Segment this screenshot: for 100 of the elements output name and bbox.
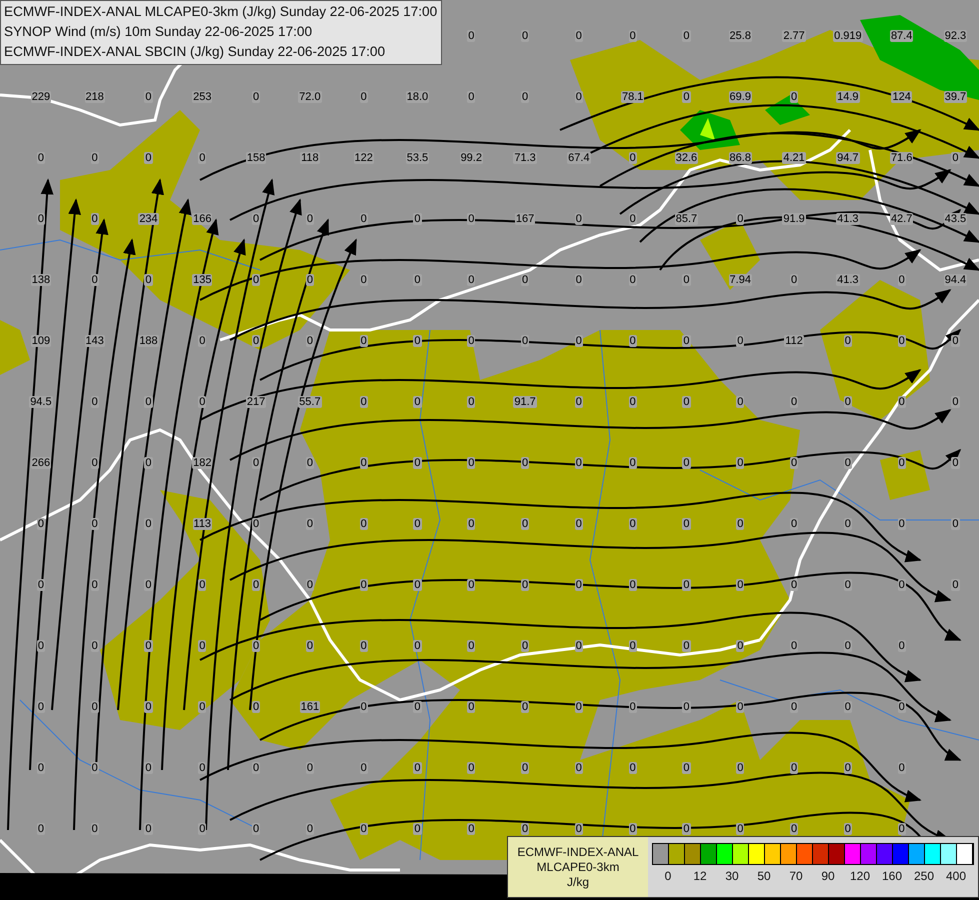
cape-value: 0 bbox=[413, 822, 422, 834]
cape-value: 0 bbox=[413, 518, 422, 530]
cape-value: 0 bbox=[736, 762, 744, 774]
cape-value: 0 bbox=[467, 274, 476, 286]
cape-value: 0 bbox=[413, 212, 422, 224]
cape-value: 0 bbox=[736, 822, 744, 834]
cape-value: 0 bbox=[736, 700, 744, 712]
cape-value: 0 bbox=[467, 700, 476, 712]
cape-value: 67.4 bbox=[567, 152, 591, 164]
cape-value: 0 bbox=[951, 334, 960, 346]
cape-value: 0 bbox=[467, 396, 476, 408]
cape-value: 118 bbox=[300, 152, 320, 164]
cape-value: 0.919 bbox=[833, 30, 863, 42]
cape-value: 0 bbox=[682, 274, 691, 286]
cape-value: 0 bbox=[736, 578, 744, 590]
cape-value: 91.9 bbox=[782, 212, 806, 224]
cape-value: 0 bbox=[736, 212, 744, 224]
cape-value: 0 bbox=[682, 456, 691, 468]
cape-value: 0 bbox=[252, 700, 260, 712]
cape-value: 0 bbox=[521, 700, 530, 712]
cape-value: 0 bbox=[144, 700, 153, 712]
cape-value: 94.5 bbox=[29, 396, 53, 408]
scale-label: 50 bbox=[756, 868, 772, 883]
cape-value: 0 bbox=[198, 822, 206, 834]
cape-value: 72.0 bbox=[298, 90, 322, 102]
cape-value: 2.77 bbox=[782, 30, 806, 42]
cape-value: 0 bbox=[252, 90, 260, 102]
title-line: ECMWF-INDEX-ANAL MLCAPE0-3km (J/kg) Sunday 22-06-2025 17:00 bbox=[4, 3, 438, 21]
cape-value: 0 bbox=[198, 152, 206, 164]
cape-value: 0 bbox=[413, 334, 422, 346]
cape-value: 0 bbox=[682, 578, 691, 590]
cape-value: 0 bbox=[252, 822, 260, 834]
cape-value: 0 bbox=[521, 822, 530, 834]
cape-value: 253 bbox=[192, 90, 212, 102]
cape-value: 0 bbox=[682, 700, 691, 712]
cape-value: 0 bbox=[252, 274, 260, 286]
cape-value: 112 bbox=[784, 334, 804, 346]
cape-value: 0 bbox=[467, 456, 476, 468]
cape-value: 0 bbox=[736, 334, 744, 346]
cape-value: 166 bbox=[192, 212, 212, 224]
cape-value: 41.3 bbox=[836, 212, 860, 224]
cape-value: 4.21 bbox=[782, 152, 806, 164]
cape-value: 0 bbox=[413, 640, 422, 652]
scale-label: 250 bbox=[912, 868, 936, 883]
cape-value: 0 bbox=[682, 90, 691, 102]
cape-value: 0 bbox=[736, 456, 744, 468]
cape-value: 0 bbox=[467, 640, 476, 652]
cape-value: 0 bbox=[144, 578, 153, 590]
cape-value: 0 bbox=[144, 274, 153, 286]
cape-value: 0 bbox=[736, 396, 744, 408]
cape-value: 0 bbox=[521, 762, 530, 774]
cape-value: 0 bbox=[951, 396, 960, 408]
cape-value: 0 bbox=[198, 640, 206, 652]
cape-value: 0 bbox=[252, 578, 260, 590]
cape-value: 0 bbox=[467, 334, 476, 346]
cape-value: 14.9 bbox=[836, 90, 860, 102]
cape-value: 0 bbox=[198, 334, 206, 346]
cape-value: 55.7 bbox=[298, 396, 322, 408]
cape-value: 41.3 bbox=[836, 274, 860, 286]
title-line: SYNOP Wind (m/s) 10m Sunday 22-06-2025 17:00 bbox=[4, 23, 314, 41]
legend-unit: J/kg bbox=[566, 874, 589, 890]
cape-value: 71.3 bbox=[513, 152, 537, 164]
cape-value: 124 bbox=[891, 90, 912, 102]
cape-value: 0 bbox=[252, 212, 260, 224]
legend-title: ECMWF-INDEX-ANAL bbox=[517, 844, 639, 860]
cape-value: 0 bbox=[198, 762, 206, 774]
cape-value: 0 bbox=[951, 152, 960, 164]
cape-value: 0 bbox=[144, 152, 153, 164]
cape-value: 0 bbox=[144, 90, 153, 102]
cape-value: 0 bbox=[252, 518, 260, 530]
cape-value: 0 bbox=[144, 456, 153, 468]
scale-label: 30 bbox=[724, 868, 740, 883]
cape-value: 0 bbox=[144, 822, 153, 834]
cape-value: 135 bbox=[192, 274, 212, 286]
cape-value: 0 bbox=[252, 334, 260, 346]
cape-value: 0 bbox=[467, 578, 476, 590]
scale-label: 12 bbox=[692, 868, 708, 883]
cape-value: 0 bbox=[682, 396, 691, 408]
scale-label: 120 bbox=[848, 868, 872, 883]
cape-value: 0 bbox=[144, 640, 153, 652]
cape-value: 0 bbox=[951, 456, 960, 468]
cape-value: 0 bbox=[682, 640, 691, 652]
cape-value: 0 bbox=[252, 762, 260, 774]
cape-value: 0 bbox=[521, 274, 530, 286]
cape-value: 0 bbox=[521, 518, 530, 530]
cape-value: 0 bbox=[521, 578, 530, 590]
cape-value: 0 bbox=[467, 30, 476, 42]
cape-value: 0 bbox=[413, 396, 422, 408]
cape-value: 0 bbox=[144, 762, 153, 774]
cape-value: 0 bbox=[144, 518, 153, 530]
cape-value: 234 bbox=[138, 212, 159, 224]
cape-value: 0 bbox=[682, 518, 691, 530]
scale-label: 70 bbox=[788, 868, 804, 883]
cape-value: 0 bbox=[467, 90, 476, 102]
cape-value: 0 bbox=[682, 30, 691, 42]
scale-label: 160 bbox=[880, 868, 904, 883]
cape-value: 0 bbox=[144, 396, 153, 408]
cape-value: 0 bbox=[521, 640, 530, 652]
cape-value: 0 bbox=[467, 518, 476, 530]
scale-label: 400 bbox=[944, 868, 968, 883]
